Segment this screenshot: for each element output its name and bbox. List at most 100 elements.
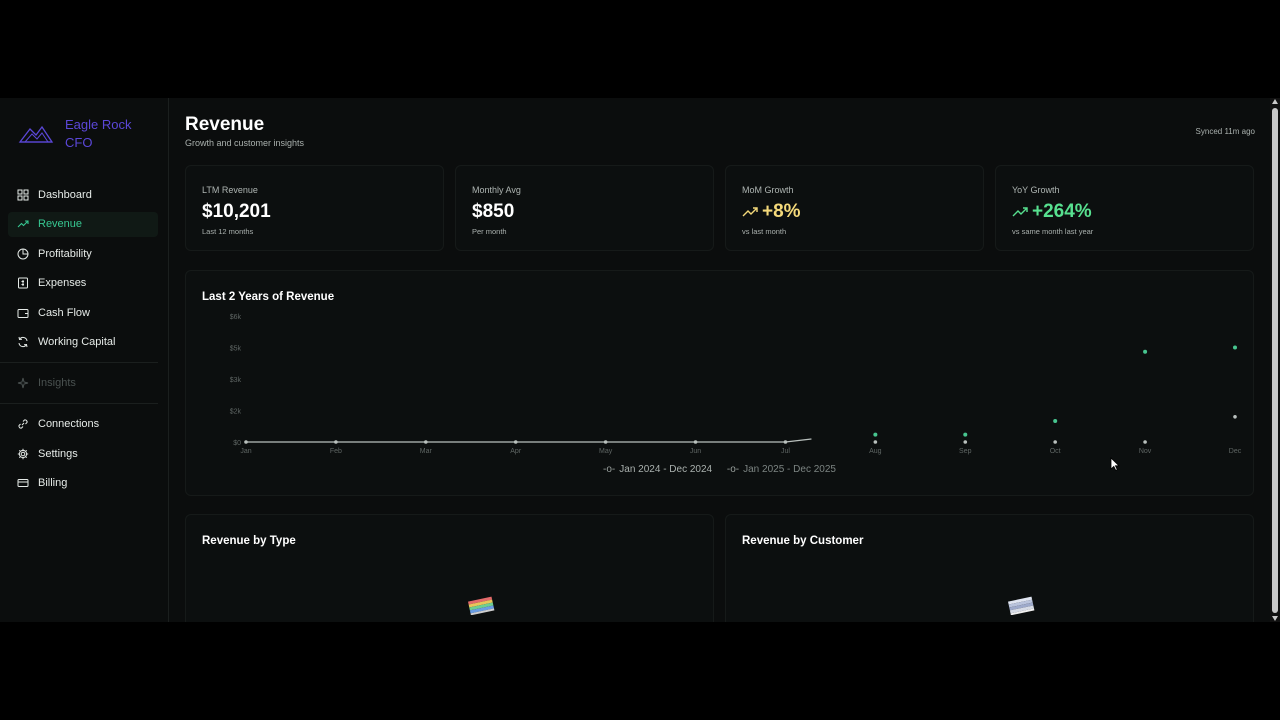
x-tick-label: Jun (690, 448, 701, 455)
kpi-card-ltm-revenue: LTM Revenue $10,201 Last 12 months (185, 165, 444, 251)
kpi-label: MoM Growth (742, 185, 794, 195)
legend-item-2024[interactable]: -o- Jan 2024 - Dec 2024 (600, 464, 715, 475)
sidebar-item-insights: Insights (8, 371, 158, 396)
sidebar-item-connections[interactable]: Connections (8, 412, 158, 437)
scroll-thumb[interactable] (1272, 108, 1278, 613)
data-point-2024 (1233, 415, 1237, 419)
revenue-by-type-card: Revenue by Type (185, 514, 714, 622)
data-point-2024 (424, 440, 428, 444)
receipt-icon (18, 277, 28, 289)
sidebar-divider (0, 361, 158, 363)
legend-label: Jan 2024 - Dec 2024 (619, 464, 713, 475)
series-line-2024 (246, 438, 812, 443)
kpi-value-text: $850 (472, 201, 515, 222)
sparkles-icon (17, 377, 29, 389)
legend-label: Jan 2025 - Dec 2025 (743, 464, 836, 475)
chart-legend[interactable]: -o- Jan 2024 - Dec 2024 -o- Jan 2025 - Dec… (186, 464, 1253, 475)
kpi-label: LTM Revenue (202, 185, 258, 195)
trending-up-icon (742, 207, 758, 217)
y-tick-label: $3k (230, 377, 242, 384)
y-tick-label: $2k (230, 409, 242, 416)
data-point-2024 (603, 440, 608, 444)
kpi-card-mom-growth: MoM Growth +8% vs last month (725, 165, 984, 251)
credit-card-icon (17, 479, 29, 487)
data-point-2024 (1143, 440, 1147, 444)
y-tick-label: $6k (230, 314, 242, 321)
data-point-2024 (783, 440, 788, 444)
mouse-cursor-icon (1110, 457, 1120, 471)
gear-icon (17, 448, 29, 459)
page-subtitle: Growth and customer insights (185, 138, 305, 148)
kpi-subtext: vs same month last year (1012, 227, 1094, 236)
scroll-down-arrow-icon[interactable] (1272, 616, 1278, 621)
trending-up-icon (17, 220, 29, 228)
sidebar-item-label: Working Capital (38, 336, 116, 348)
sidebar-item-cash-flow[interactable]: Cash Flow (8, 300, 158, 325)
data-point-2024 (873, 440, 878, 444)
app-window: Eagle Rock CFO Dashboard Revenue Profita… (0, 98, 1270, 622)
sidebar-item-label: Expenses (38, 277, 87, 289)
x-tick-label: Feb (330, 448, 342, 455)
panel-title: Revenue by Customer (742, 535, 864, 547)
sidebar-item-label: Billing (38, 477, 68, 489)
x-tick-label: Jan (240, 448, 251, 455)
data-point-2024 (244, 440, 248, 444)
data-point-2025 (963, 432, 968, 437)
kpi-value-text: +8% (762, 201, 801, 222)
brand[interactable]: Eagle Rock CFO (18, 116, 137, 152)
data-point-2024 (513, 440, 518, 444)
kpi-value: $850 (472, 201, 514, 223)
sync-status: Synced 11m ago (1195, 127, 1255, 136)
x-tick-label: Aug (869, 448, 882, 455)
x-tick-label: Oct (1050, 448, 1061, 455)
kpi-subtext: vs last month (742, 227, 787, 236)
sidebar-item-expenses[interactable]: Expenses (8, 271, 158, 296)
sidebar-item-revenue[interactable]: Revenue (8, 211, 158, 237)
legend-marker: -o- (726, 464, 740, 475)
sidebar-item-label: Cash Flow (38, 306, 90, 319)
data-point-2024 (963, 440, 968, 444)
loading-chart-icon (468, 596, 495, 615)
link-icon (18, 419, 28, 429)
chart-title: Last 2 Years of Revenue (202, 291, 335, 303)
sidebar-item-dashboard[interactable]: Dashboard (8, 182, 158, 207)
data-point-2024 (334, 440, 338, 444)
sidebar-item-billing[interactable]: Billing (8, 471, 158, 496)
kpi-label: YoY Growth (1012, 185, 1060, 195)
kpi-card-monthly-avg: Monthly Avg $850 Per month (455, 165, 714, 251)
sidebar-item-label: Insights (38, 377, 76, 389)
y-tick-label: $5k (230, 346, 242, 353)
sidebar-item-settings[interactable]: Settings (8, 441, 158, 466)
kpi-subtext: Last 12 months (202, 227, 254, 236)
revenue-by-customer-card: Revenue by Customer (725, 514, 1254, 622)
sidebar-item-label: Revenue (38, 218, 83, 230)
x-tick-label: Mar (420, 448, 433, 455)
sidebar-divider (0, 402, 158, 404)
x-tick-label: Sep (959, 448, 972, 455)
data-point-2024 (1053, 440, 1057, 444)
grid-icon (17, 189, 29, 200)
wallet-icon (17, 308, 29, 318)
refresh-icon (18, 336, 28, 348)
sidebar-item-label: Connections (38, 418, 100, 430)
data-point-2025 (873, 432, 878, 437)
brand-name: Eagle Rock CFO (65, 117, 132, 150)
main-content: Revenue Growth and customer insights Syn… (169, 98, 1270, 622)
x-tick-label: Jul (781, 448, 790, 455)
kpi-subtext: Per month (472, 227, 507, 236)
kpi-value-text: $10,201 (202, 201, 271, 222)
page-title: Revenue (185, 114, 265, 135)
legend-item-2025[interactable]: -o- Jan 2025 - Dec 2025 (724, 464, 839, 475)
sidebar-item-profitability[interactable]: Profitability (8, 241, 158, 266)
sidebar-item-working-capital[interactable]: Working Capital (8, 330, 158, 355)
sidebar: Eagle Rock CFO Dashboard Revenue Profita… (0, 98, 169, 622)
page-scrollbar[interactable] (1270, 98, 1280, 622)
sidebar-item-label: Profitability (38, 247, 92, 260)
loading-chart-icon (1008, 596, 1035, 615)
x-tick-label: Nov (1139, 448, 1152, 455)
kpi-value: $10,201 (202, 201, 271, 223)
kpi-value: +8% (742, 201, 801, 223)
scroll-up-arrow-icon[interactable] (1272, 99, 1278, 104)
legend-marker: -o- (603, 464, 616, 475)
data-point-2024 (693, 440, 698, 444)
